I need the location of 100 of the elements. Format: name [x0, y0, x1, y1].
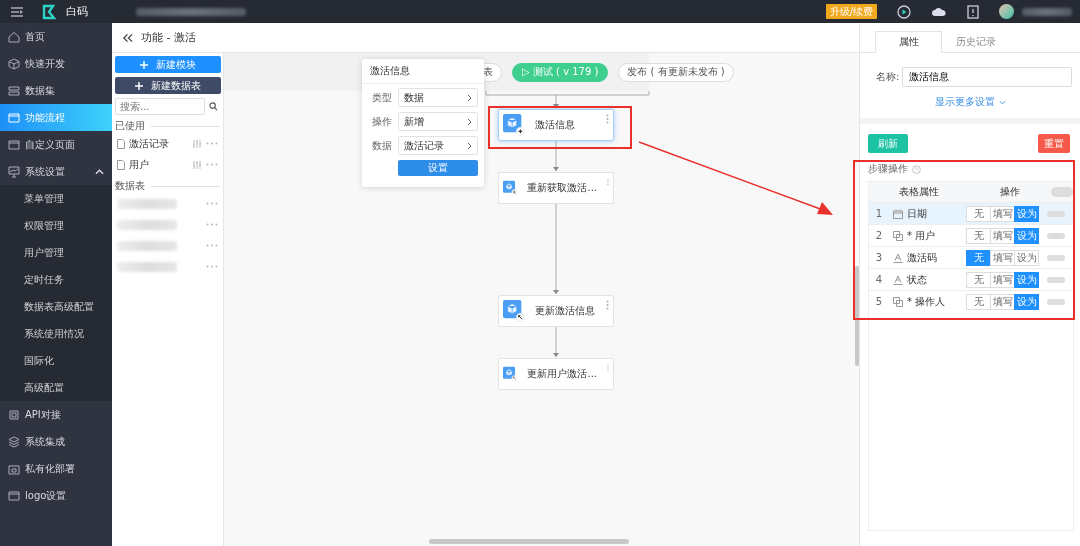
table-row[interactable]: 1 日期 无 填写 设为: [869, 202, 1073, 224]
segment-option[interactable]: 填写: [990, 249, 1015, 266]
kebab-icon[interactable]: [606, 300, 609, 310]
nav-item[interactable]: 自定义页面: [0, 131, 112, 158]
page-title: 功能 - 激活: [141, 30, 196, 45]
more-icon[interactable]: [206, 202, 218, 205]
field-label: 类型: [372, 90, 393, 105]
segment-option[interactable]: 填写: [990, 227, 1015, 244]
tab[interactable]: 属性: [875, 31, 942, 53]
kebab-icon[interactable]: [606, 114, 609, 124]
more-icon[interactable]: [206, 223, 218, 226]
select-field[interactable]: 数据: [398, 88, 478, 107]
nav-item[interactable]: API对接: [0, 401, 112, 428]
toggle-switch[interactable]: [1047, 276, 1065, 283]
layers-icon: [8, 435, 20, 448]
file-icon: [117, 138, 125, 149]
toggle-switch[interactable]: [1047, 232, 1065, 239]
chevron-icon: [467, 117, 472, 126]
nav-item[interactable]: 私有化部署: [0, 455, 112, 482]
cube-icon: [503, 300, 525, 322]
text-icon: [893, 274, 903, 285]
flow-node[interactable]: 激活信息: [498, 109, 614, 141]
more-icon[interactable]: [206, 163, 218, 166]
field-name: * 用户: [907, 228, 936, 243]
back-icon[interactable]: [122, 32, 133, 43]
segment-option[interactable]: 填写: [990, 205, 1015, 222]
toolbar-button[interactable]: 发布 ( 有更新未发布 ): [618, 62, 734, 82]
toggle-switch[interactable]: [1047, 298, 1065, 305]
book-icon[interactable]: [967, 4, 979, 19]
table-name[interactable]: 用户: [129, 157, 188, 172]
nav-subitem[interactable]: 系统使用情况: [0, 320, 112, 347]
cube-icon: [8, 57, 20, 70]
cube-icon: [503, 114, 525, 136]
select-field[interactable]: 新增: [398, 112, 478, 131]
new-table-button[interactable]: 新建数据表: [115, 77, 221, 94]
more-icon[interactable]: [206, 244, 218, 247]
segment-option[interactable]: 无: [966, 271, 991, 288]
search-field[interactable]: 搜索...: [115, 98, 205, 115]
more-icon[interactable]: [206, 142, 218, 145]
segment-option[interactable]: 无: [966, 293, 991, 310]
name-field[interactable]: 激活信息: [902, 67, 1072, 87]
more-icon[interactable]: [206, 265, 218, 268]
nav-subitem[interactable]: 定时任务: [0, 266, 112, 293]
nav-item[interactable]: 系统集成: [0, 428, 112, 455]
file-icon: [117, 159, 125, 170]
chevron-down-icon[interactable]: [998, 99, 1006, 105]
scrollbar[interactable]: [429, 539, 629, 544]
nav-subitem[interactable]: 菜单管理: [0, 185, 112, 212]
nav-subitem[interactable]: 用户管理: [0, 239, 112, 266]
brand-name: 白码: [66, 4, 88, 19]
toggle-switch[interactable]: [1047, 254, 1065, 261]
lock-icon: [8, 462, 20, 475]
help-icon[interactable]: [912, 164, 921, 174]
tab[interactable]: 历史记录: [942, 31, 1009, 53]
section-title: 步骤操作: [868, 162, 908, 176]
flow-node[interactable]: 重新获取激活...: [498, 172, 614, 204]
window-icon: [8, 111, 20, 124]
segment-option[interactable]: 填写: [990, 271, 1015, 288]
segment-option[interactable]: 无: [966, 205, 991, 222]
nav-item[interactable]: 数据集: [0, 77, 112, 104]
table-name[interactable]: 激活记录: [129, 136, 188, 151]
field-name: 日期: [907, 206, 927, 221]
menu-icon[interactable]: [10, 5, 24, 18]
nav-subitem[interactable]: 高级配置: [0, 374, 112, 401]
blurred-text: [117, 198, 177, 209]
toggle-switch[interactable]: [1047, 210, 1065, 217]
nav-subitem[interactable]: 数据表高级配置: [0, 293, 112, 320]
nav-subitem[interactable]: 国际化: [0, 347, 112, 374]
nav-item[interactable]: logo设置: [0, 482, 112, 509]
avatar[interactable]: [999, 4, 1014, 19]
table-row[interactable]: 5 * 操作人 无 填写 设为: [869, 290, 1073, 312]
more-settings-link[interactable]: 显示更多设置: [934, 95, 995, 109]
flow-node[interactable]: 更新用户激活...: [498, 358, 614, 390]
segment-option[interactable]: 填写: [990, 293, 1015, 310]
table-row[interactable]: 3 激活码 无 填写 设为: [869, 246, 1073, 268]
flow-node[interactable]: 更新激活信息: [498, 295, 614, 327]
window-icon: [8, 489, 20, 502]
blurred-text: [1022, 7, 1072, 16]
nav-item[interactable]: 快速开发: [0, 50, 112, 77]
monitor-icon: [8, 165, 20, 178]
nav-item[interactable]: 系统设置: [0, 158, 112, 185]
scrollbar[interactable]: [855, 266, 859, 366]
field-name: * 操作人: [907, 294, 946, 309]
window-icon: [8, 138, 20, 151]
nav-subitem[interactable]: 权限管理: [0, 212, 112, 239]
blurred-text: [117, 261, 177, 272]
segment-option[interactable]: 设为: [1014, 249, 1039, 266]
caret-icon[interactable]: [95, 168, 104, 175]
search-icon[interactable]: [209, 102, 218, 111]
toggle-switch[interactable]: [1051, 187, 1073, 197]
segment-option[interactable]: 无: [966, 227, 991, 244]
table-row[interactable]: 2 * 用户 无 填写 设为: [869, 224, 1073, 246]
sliders-icon[interactable]: [192, 138, 202, 149]
table-row[interactable]: 4 状态 无 填写 设为: [869, 268, 1073, 290]
home-icon: [8, 30, 20, 43]
play-icon[interactable]: [897, 4, 911, 19]
sliders-icon[interactable]: [192, 159, 202, 170]
select-field[interactable]: 激活记录: [398, 136, 478, 155]
cloud-icon[interactable]: [931, 5, 947, 18]
nav-item[interactable]: 首页: [0, 23, 112, 50]
